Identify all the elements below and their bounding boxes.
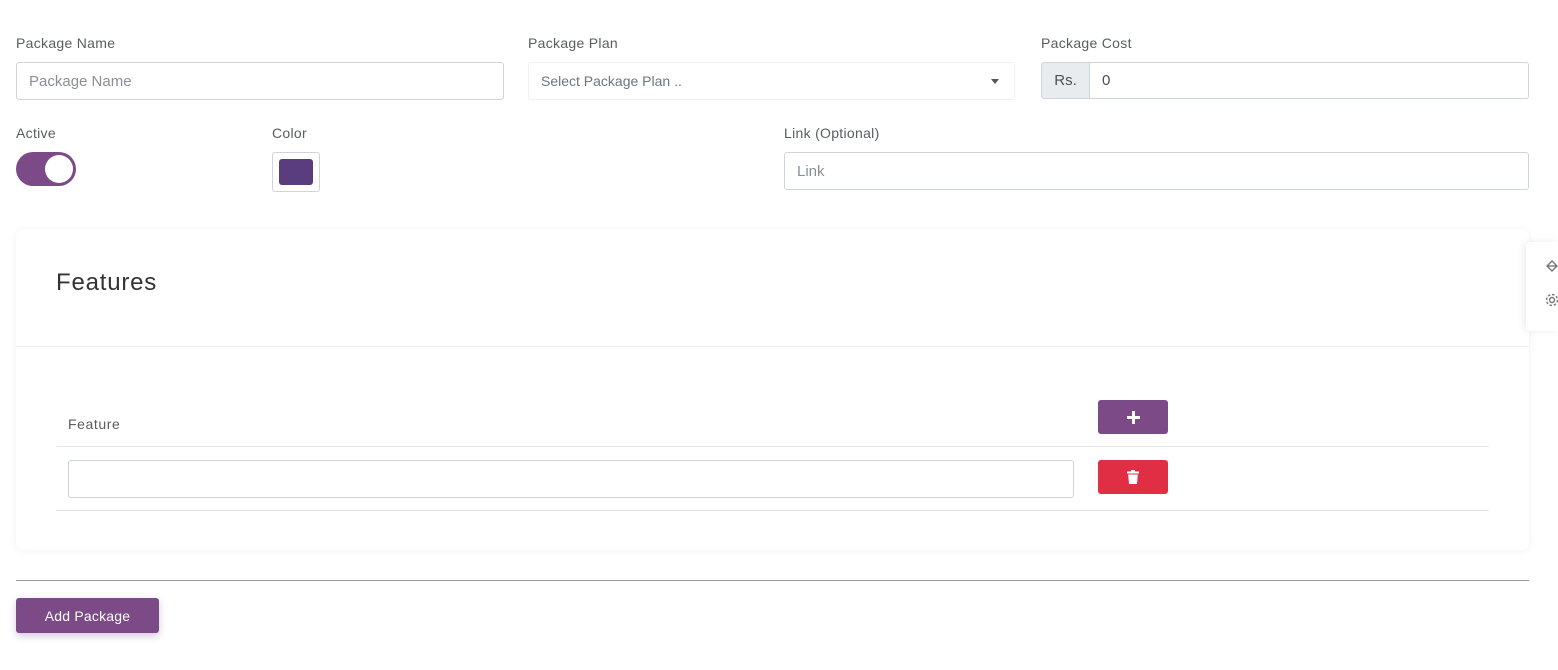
link-label: Link (Optional)	[784, 125, 880, 141]
paint-bucket-icon[interactable]	[1544, 259, 1558, 275]
color-swatch	[279, 159, 313, 185]
link-placeholder: Link	[797, 162, 825, 180]
features-title: Features	[56, 269, 158, 296]
package-name-label: Package Name	[16, 35, 116, 51]
currency-prefix: Rs.	[1041, 62, 1090, 99]
toggle-knob	[45, 155, 73, 183]
delete-feature-button[interactable]	[1098, 460, 1168, 494]
gear-icon[interactable]	[1544, 292, 1558, 308]
form-divider	[16, 580, 1529, 581]
package-plan-value: Select Package Plan ..	[541, 73, 682, 89]
package-cost-value: 0	[1102, 72, 1111, 89]
color-picker[interactable]	[272, 152, 320, 192]
chevron-down-icon	[991, 78, 999, 84]
package-plan-label: Package Plan	[528, 35, 618, 51]
link-input[interactable]: Link	[784, 152, 1529, 190]
plus-icon	[1126, 410, 1140, 424]
package-name-input[interactable]: Package Name	[16, 62, 504, 100]
color-label: Color	[272, 125, 307, 141]
features-card: Features Feature	[16, 229, 1529, 550]
package-cost-label: Package Cost	[1041, 35, 1132, 51]
package-cost-input[interactable]: 0	[1090, 62, 1529, 99]
table-header-divider	[56, 446, 1489, 447]
add-package-button[interactable]: Add Package	[16, 598, 159, 633]
side-settings-tab	[1526, 242, 1558, 331]
feature-input[interactable]	[68, 460, 1074, 498]
active-label: Active	[16, 125, 56, 141]
add-feature-button[interactable]	[1098, 400, 1168, 434]
package-name-placeholder: Package Name	[29, 72, 132, 90]
package-plan-select[interactable]: Select Package Plan ..	[528, 62, 1015, 100]
active-toggle[interactable]	[16, 152, 76, 186]
table-row-divider	[56, 510, 1489, 511]
card-divider	[16, 346, 1529, 347]
trash-icon	[1127, 470, 1139, 484]
package-cost-group: Rs. 0	[1041, 62, 1529, 99]
feature-column-header: Feature	[68, 416, 121, 432]
